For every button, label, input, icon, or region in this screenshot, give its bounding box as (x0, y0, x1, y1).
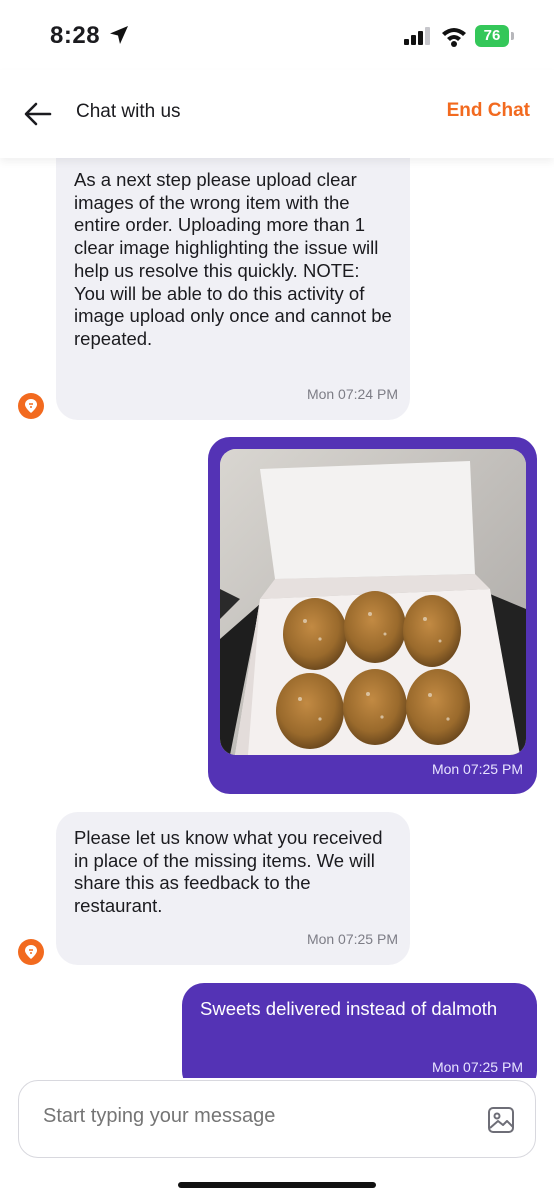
agent-avatar (18, 939, 44, 965)
battery-tip (511, 32, 514, 40)
user-image-message: Mon 07:25 PM (208, 437, 537, 794)
cellular-signal-icon (404, 27, 430, 45)
back-arrow-icon[interactable] (22, 98, 54, 130)
message-input[interactable] (43, 1105, 463, 1128)
status-time: 8:28 (50, 22, 101, 49)
chat-header: Chat with us End Chat (0, 70, 554, 158)
battery-level: 76 (475, 25, 509, 47)
message-time: Mon 07:25 PM (431, 761, 523, 778)
message-time: Mon 07:25 PM (431, 1059, 523, 1075)
brand-logo-icon (25, 399, 37, 413)
agent-message: As a next step please upload clear image… (56, 158, 410, 420)
user-text-message: Sweets delivered instead of dalmoth Mon … (182, 983, 537, 1078)
message-text: As a next step please upload clear image… (74, 169, 392, 349)
message-composer (18, 1080, 536, 1158)
message-text: Please let us know what you received in … (74, 827, 383, 917)
image-upload-icon[interactable] (487, 1106, 515, 1134)
home-indicator (178, 1182, 376, 1188)
page-title: Chat with us (76, 101, 181, 122)
message-time: Mon 07:24 PM (306, 386, 398, 403)
agent-avatar (18, 393, 44, 419)
message-time: Mon 07:25 PM (306, 931, 398, 948)
location-arrow-icon (110, 26, 128, 44)
status-bar: 8:28 76 (0, 0, 554, 70)
sweets-box-image (220, 449, 526, 755)
uploaded-photo[interactable] (220, 449, 526, 755)
wifi-icon (442, 28, 466, 47)
chat-messages[interactable]: As a next step please upload clear image… (0, 158, 554, 1078)
message-text: Sweets delivered instead of dalmoth (200, 998, 498, 1019)
brand-logo-icon (25, 945, 37, 959)
end-chat-button[interactable]: End Chat (447, 100, 530, 122)
agent-message: Please let us know what you received in … (56, 812, 410, 965)
battery-icon: 76 (475, 25, 515, 47)
